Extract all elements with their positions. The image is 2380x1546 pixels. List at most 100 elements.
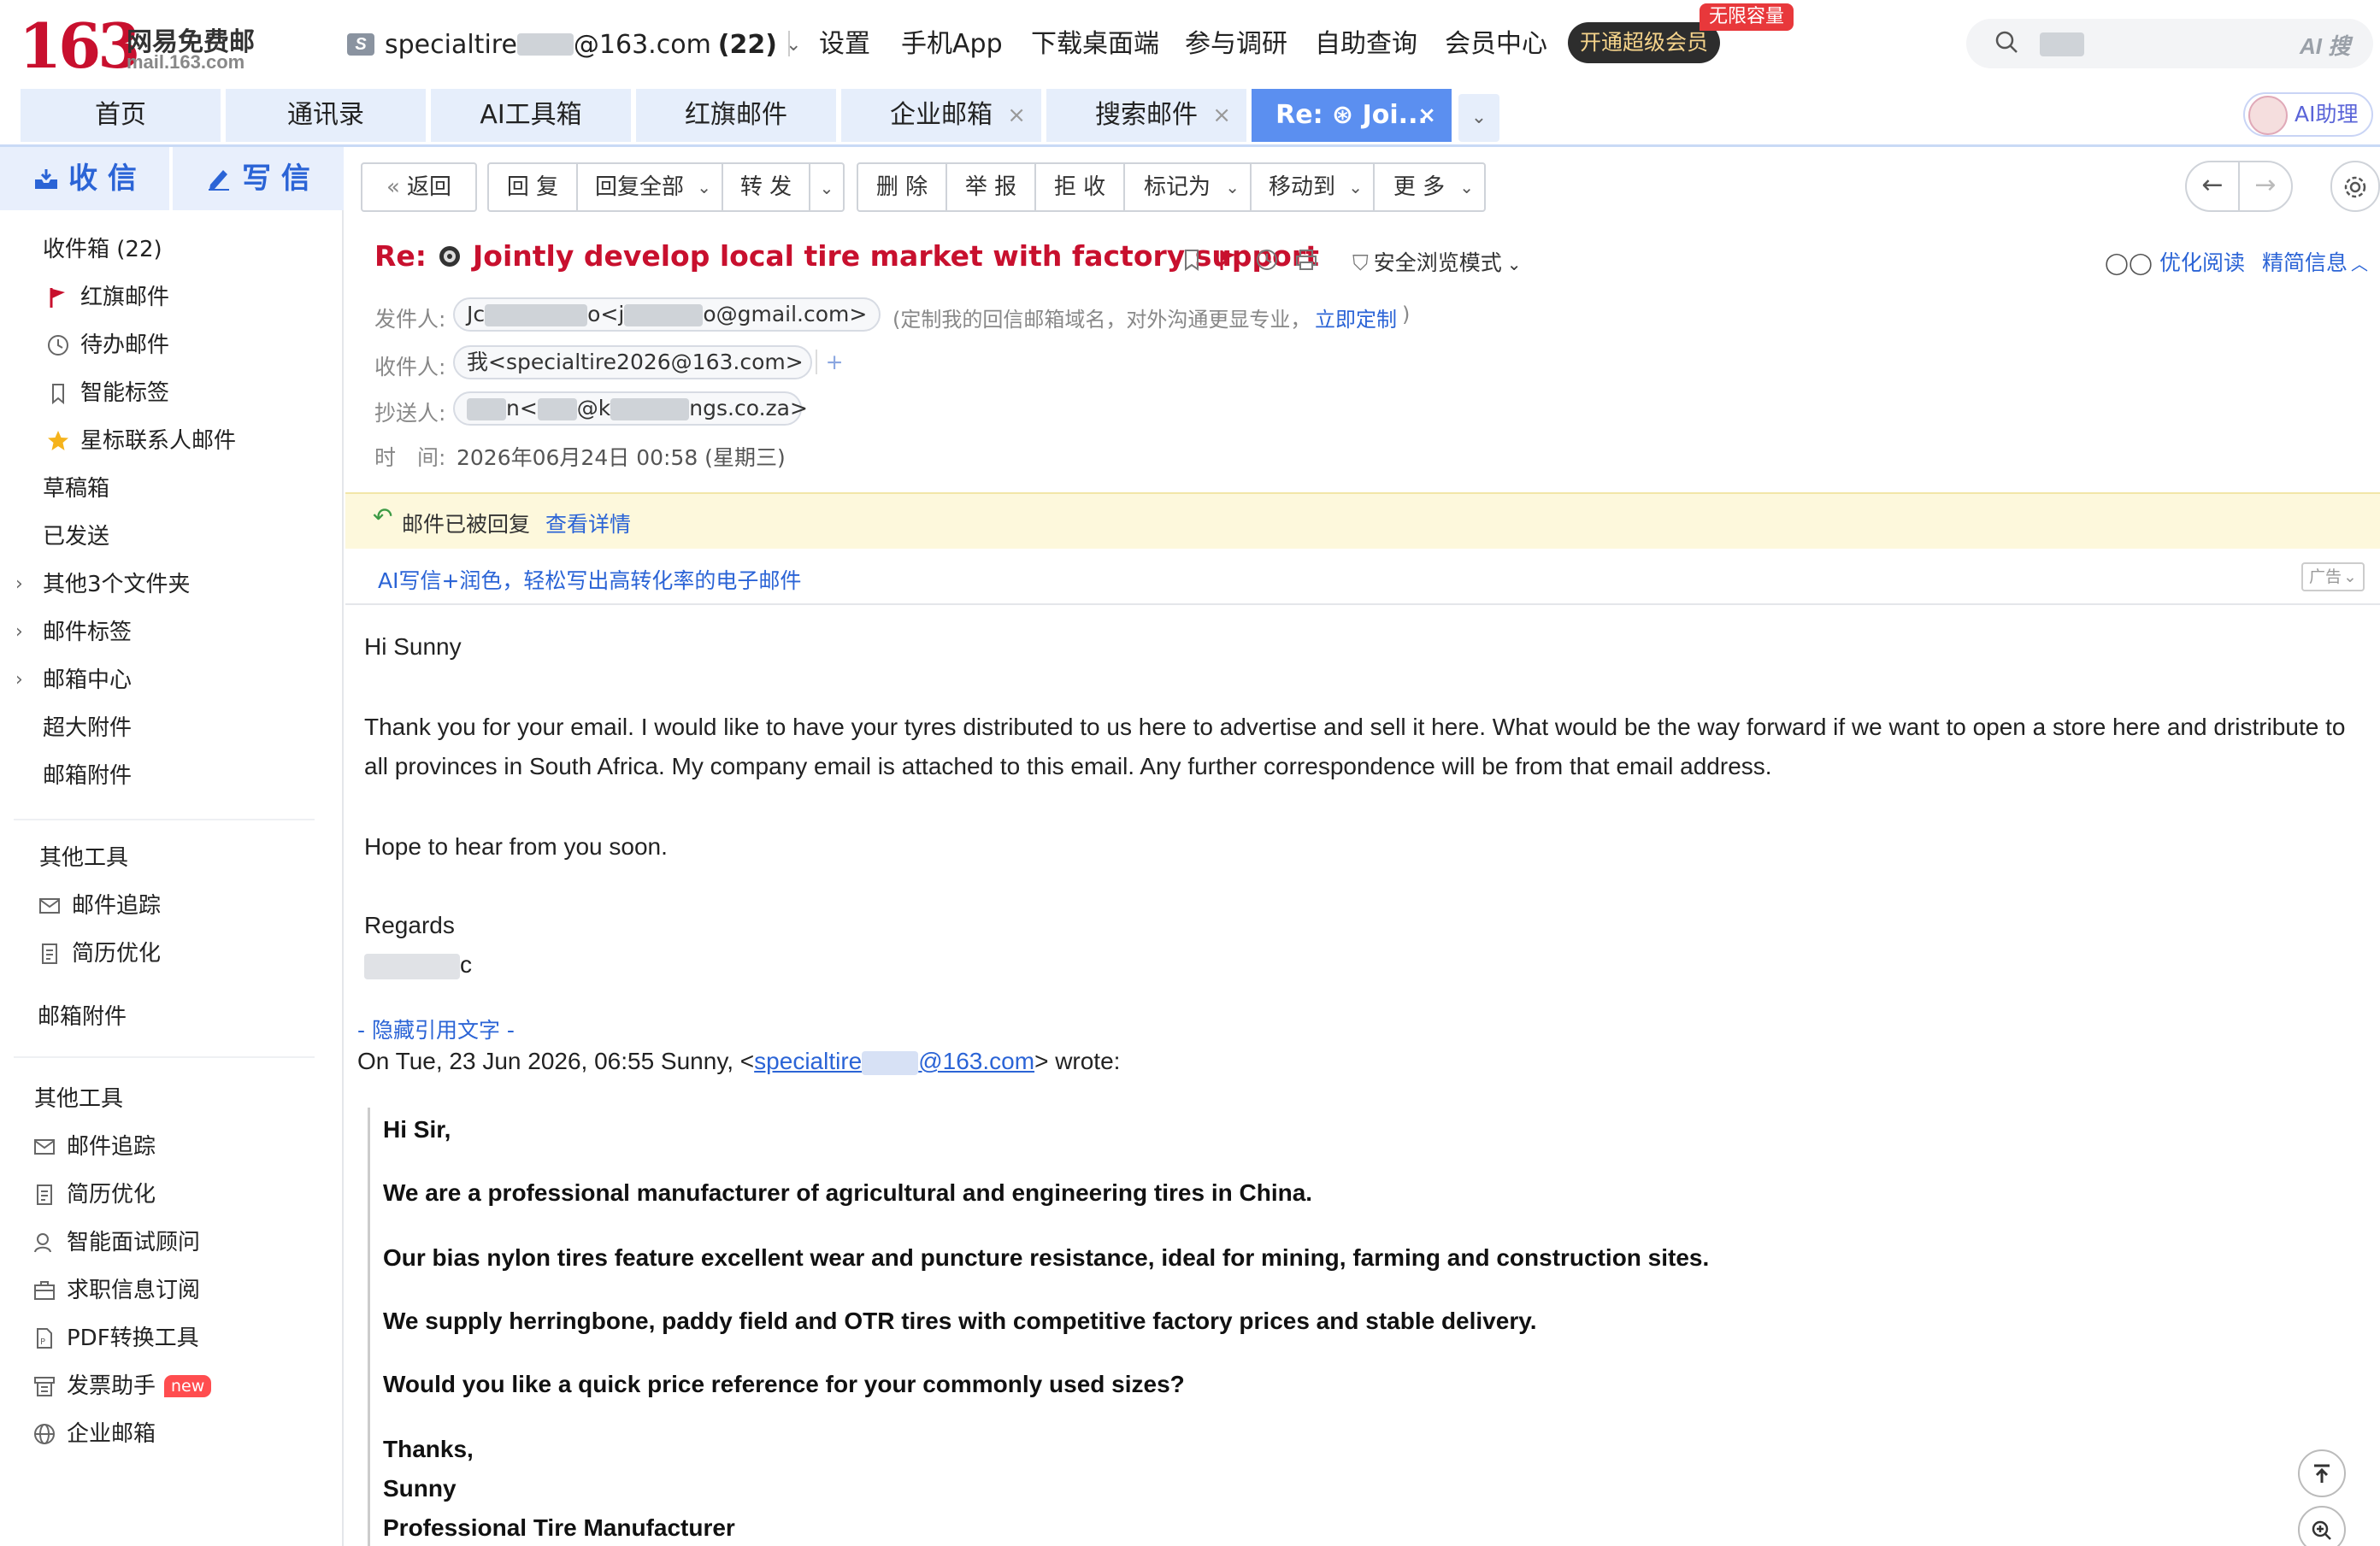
sidebar-item-mail-attachments-2[interactable]: 邮箱附件 [38,1000,127,1034]
prev-mail-arrow-icon[interactable]: ← [2185,161,2240,212]
reply-all-button[interactable]: 回复全部 ⌄ [576,162,723,212]
bookmark-icon[interactable] [1181,248,1202,272]
vip-upgrade-button[interactable]: 开通超级会员 [1568,22,1720,63]
sidebar-tool-mail-tracking-2[interactable]: 邮件追踪 [32,1130,156,1164]
sidebar-item-mail-tags[interactable]: › 邮件标签 [15,615,132,650]
sender-pill[interactable]: Jc o<j o@gmail.com> [453,297,881,332]
tab-red-flag-mail[interactable]: 红旗邮件 [636,89,836,142]
custom-domain-link[interactable]: 立即定制 [1315,303,1397,332]
sidebar-item-label: 收件箱 (22) [43,237,162,262]
print-icon[interactable] [1294,248,1318,272]
logo-url: mail.163.com [127,51,245,73]
logo-163[interactable]: 163 [19,12,140,80]
report-button[interactable]: 举 报 [946,162,1036,212]
sidebar-item-todo[interactable]: 待办邮件 [46,328,169,362]
add-recipient-icon[interactable]: + [815,350,844,374]
sidebar-item-label: 其他3个文件夹 [43,572,191,597]
tab-more-chevron-icon[interactable]: ⌄ [1458,94,1499,142]
sidebar-tool-pdf[interactable]: P PDF转换工具 [32,1321,199,1355]
nav-desktop-download[interactable]: 下载桌面端 [1031,27,1159,62]
reply-button[interactable]: 回 复 [487,162,578,212]
back-button[interactable]: «返回 [361,162,477,212]
compose-button[interactable]: 写 信 [173,147,344,210]
forward-button[interactable]: 转 发 [722,162,810,212]
scroll-to-top-icon[interactable] [2298,1449,2346,1497]
delete-button[interactable]: 删 除 [857,162,947,212]
more-button[interactable]: 更 多 ⌄ [1373,162,1486,212]
sidebar-item-starred[interactable]: 星标联系人邮件 [46,424,236,458]
clock-icon[interactable] [1255,248,1279,272]
sidebar-tool-interview[interactable]: 智能面试顾问 [32,1226,200,1260]
gear-icon[interactable] [2330,161,2380,212]
sidebar-item-mail-attachments[interactable]: 邮箱附件 [43,759,132,793]
sidebar-item-mailbox-center[interactable]: › 邮箱中心 [15,663,132,697]
receive-button[interactable]: 收 信 [0,147,171,210]
sidebar-item-label: 红旗邮件 [80,285,170,310]
next-mail-arrow-icon[interactable]: → [2238,161,2293,212]
nav-member-center[interactable]: 会员中心 [1445,27,1547,62]
sidebar-tool-job-subscribe[interactable]: 求职信息订阅 [32,1273,200,1308]
sidebar-tool-resume[interactable]: 简历优化 [38,937,161,971]
chevron-down-icon: ⌄ [2343,567,2357,586]
sidebar-item-label: 简历优化 [72,941,162,967]
mark-as-button[interactable]: 标记为 ⌄ [1123,162,1252,212]
bookmark-icon [52,384,64,405]
safe-browsing-mode[interactable]: ⛉ 安全浏览模式 ⌄ [1352,246,1522,277]
sidebar-tool-mail-tracking[interactable]: 邮件追踪 [38,889,161,923]
body-greeting: Hi Sunny [364,633,462,660]
red-flag-icon[interactable] [1217,248,1240,272]
account-switcher[interactable]: S specialtire @163.com (22) ⌄ [347,26,801,63]
move-label: 移动到 [1268,174,1335,200]
custom-domain-note: (定制我的回信邮箱域名，对外沟通更显专业， [892,308,1311,332]
reject-button[interactable]: 拒 收 [1034,162,1125,212]
optimize-read-button[interactable]: ◯◯ 优化阅读 [2105,246,2245,277]
sidebar-tool-resume-2[interactable]: 简历优化 [32,1178,156,1212]
close-icon[interactable]: × [1007,89,1026,142]
ad-link[interactable]: AI写信+润色，轻松写出高转化率的电子邮件 [378,564,801,595]
receive-label: 收 信 [68,162,137,196]
ai-search-label[interactable]: AI 搜 [2300,29,2350,61]
brief-info-toggle[interactable]: 精简信息 ︿ [2262,246,2368,277]
sidebar-item-other-folders[interactable]: › 其他3个文件夹 [15,567,191,602]
tab-current-mail[interactable]: Re: ⊛ Joi... × [1252,89,1452,142]
nav-survey[interactable]: 参与调研 [1185,27,1287,62]
svg-text:P: P [40,1337,45,1347]
tab-label: Re: ⊛ Joi... [1275,100,1428,130]
quote-email-link[interactable]: specialtire @163.com [754,1048,1034,1075]
sidebar-tool-invoice[interactable]: 发票助手 new [32,1369,212,1403]
divider [788,31,790,56]
recipient-pill[interactable]: 我<specialtire2026@163.com> + [453,345,844,379]
nav-mobile-app[interactable]: 手机App [901,27,1003,62]
sidebar-tool-enterprise-mail[interactable]: 企业邮箱 [32,1417,156,1451]
sidebar-item-sent[interactable]: 已发送 [43,520,109,554]
sidebar-item-drafts[interactable]: 草稿箱 [43,472,109,506]
close-icon[interactable]: × [1417,89,1436,142]
quote-line: Sunny [383,1475,457,1502]
search-icon[interactable] [1994,29,2019,55]
tab-enterprise-mail[interactable]: 企业邮箱 × [841,89,1041,142]
optimize-read-label: 优化阅读 [2159,250,2245,275]
sidebar-item-red-flag[interactable]: 红旗邮件 [46,280,169,314]
zoom-in-icon[interactable] [2298,1506,2346,1546]
time-value: 2026年06月24日 00:58 (星期三) [457,445,786,470]
new-badge: new [164,1375,212,1397]
sidebar-item-large-attachments[interactable]: 超大附件 [43,711,132,745]
sidebar-item-smart-tags[interactable]: 智能标签 [46,376,169,410]
nav-self-service[interactable]: 自助查询 [1315,27,1417,62]
account-unread-count: (22) [717,29,777,60]
move-to-button[interactable]: 移动到 ⌄ [1250,162,1375,212]
hide-quoted-text-link[interactable]: - 隐藏引用文字 - [357,1014,515,1044]
tab-ai-toolbox[interactable]: AI工具箱 [431,89,631,142]
view-details-link[interactable]: 查看详情 [545,508,631,538]
red-flag-icon [50,288,65,308]
tab-search-mail[interactable]: 搜索邮件 × [1046,89,1246,142]
sidebar-item-inbox[interactable]: 收件箱 (22) [43,232,162,267]
nav-settings[interactable]: 设置 [819,27,870,62]
quote-bar [368,1108,370,1546]
close-icon[interactable]: × [1212,89,1231,142]
tab-contacts[interactable]: 通讯录 [226,89,426,142]
forward-dropdown[interactable]: ⌄ [809,162,845,212]
cc-pill[interactable]: n< @k ngs.co.za> [453,391,808,426]
tab-home[interactable]: 首页 [21,89,221,142]
ad-tag[interactable]: 广告 ⌄ [2301,562,2365,591]
